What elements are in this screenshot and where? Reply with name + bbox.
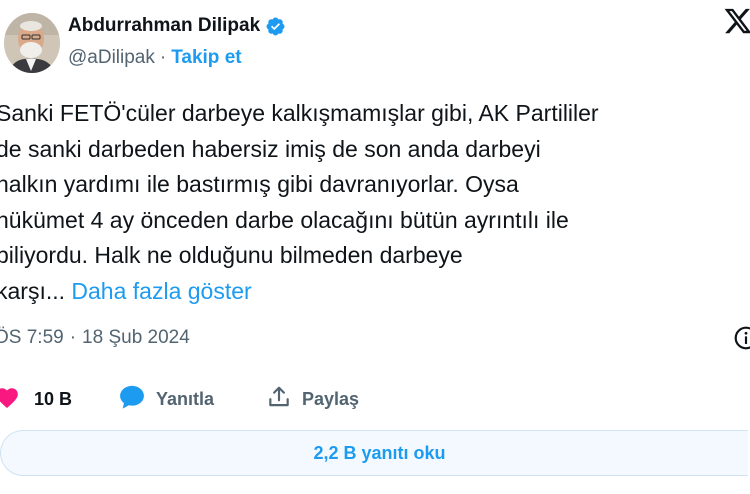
- author-display-name[interactable]: Abdurrahman Dilipak: [68, 15, 260, 37]
- timestamp-separator: ·: [69, 327, 77, 348]
- reply-button[interactable]: Yanıtla: [118, 384, 214, 414]
- share-upload-icon: [266, 384, 292, 415]
- verified-badge-icon: [265, 16, 286, 37]
- tweet-text-line: halkın yardımı ile bastırmış gibi davran…: [0, 171, 519, 197]
- author-name-row: Abdurrahman Dilipak: [68, 14, 286, 38]
- reply-label: Yanıtla: [156, 388, 215, 409]
- avatar-image: [4, 13, 60, 73]
- like-button[interactable]: 10 B: [0, 384, 72, 414]
- tweet-text-line: biliyordu. Halk ne olduğunu bilmeden dar…: [0, 242, 463, 268]
- tweet-text-last-line: karşı... Daha fazla göster: [0, 274, 736, 310]
- x-logo-icon[interactable]: [723, 6, 750, 36]
- heart-icon: [0, 385, 20, 414]
- share-label: Paylaş: [302, 388, 360, 409]
- handle-separator: ·: [159, 47, 167, 68]
- tweet-card: Abdurrahman Dilipak @aDilipak · Takip et…: [0, 0, 750, 494]
- tweet-text-line: Sanki FETÖ'cüler darbeye kalkışmamışlar …: [0, 100, 599, 126]
- tweet-text-line: karşı...: [0, 277, 66, 304]
- read-replies-button[interactable]: 2,2 B yanıtı oku: [0, 430, 748, 476]
- tweet-timestamp[interactable]: ÖS 7:59 · 18 Şub 2024: [0, 325, 190, 351]
- tweet-text-line: de sanki darbeden habersiz imiş de son a…: [0, 135, 541, 162]
- like-count: 10 B: [34, 388, 73, 409]
- author-handle[interactable]: @aDilipak: [68, 47, 155, 69]
- tweet-time: ÖS 7:59: [0, 327, 64, 348]
- follow-button[interactable]: Takip et: [171, 47, 241, 69]
- show-more-link[interactable]: Daha fazla göster: [71, 278, 251, 304]
- speech-bubble-icon: [118, 384, 146, 415]
- tweet-date: 18 Şub 2024: [82, 327, 190, 348]
- author-handle-row: @aDilipak · Takip et: [68, 46, 242, 70]
- avatar[interactable]: [4, 13, 60, 73]
- share-button[interactable]: Paylaş: [266, 384, 359, 414]
- info-icon[interactable]: [733, 325, 750, 351]
- read-replies-label: 2,2 B yanıtı oku: [313, 442, 446, 463]
- tweet-text-line: hükümet 4 ay önceden darbe olacağını büt…: [0, 206, 569, 233]
- tweet-text: Sanki FETÖ'cüler darbeye kalkışmamışlar …: [0, 96, 736, 309]
